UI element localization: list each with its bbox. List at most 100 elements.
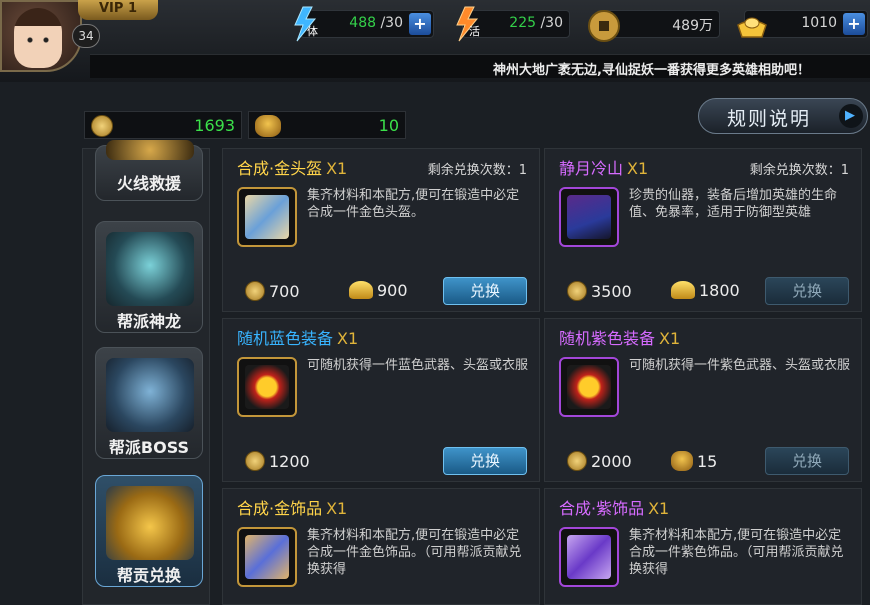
copper-coin-icon: [588, 10, 620, 42]
card-title: 随机蓝色装备: [237, 329, 334, 348]
contribution-value: 1693: [194, 116, 235, 135]
card-description: 珍贵的仙器，装备后增加英雄的生命值、免暴率，适用于防御型英雄: [629, 188, 838, 220]
card-title: 合成·金饰品: [237, 499, 323, 518]
stamina-icon: 体: [294, 6, 318, 42]
tab-guild-boss[interactable]: 帮派BOSS: [95, 347, 203, 459]
avatar[interactable]: [0, 0, 82, 72]
price-contribution: 2000: [567, 451, 632, 471]
fire-rescue-icon: [106, 140, 194, 160]
item-slot[interactable]: [237, 357, 297, 417]
money-bag-icon: [106, 486, 194, 560]
tab-contribution-exchange[interactable]: 帮贡兑换: [95, 475, 203, 587]
recipe-scroll-icon: [245, 195, 289, 239]
energy-max: /30: [540, 15, 563, 31]
lion-badge-icon: [255, 115, 281, 137]
gold-ingot-icon: [349, 281, 373, 299]
arrow-right-icon: ▶: [839, 104, 863, 128]
remaining-count: 剩余兑换次数：1: [749, 163, 849, 178]
boots-icon: [567, 195, 611, 239]
item-slot[interactable]: [559, 357, 619, 417]
contribution-coin-icon: [567, 281, 587, 301]
exchange-card: 合成·紫饰品 X1 集齐材料和本配方,便可在锻造中必定合成一件紫色饰品。（可用帮派…: [544, 488, 862, 605]
boss-icon: [106, 358, 194, 432]
card-description: 集齐材料和本配方,便可在锻造中必定合成一件紫色饰品。（可用帮派贡献兑换获得: [629, 528, 844, 577]
copper-resource: 489万: [588, 10, 720, 42]
exchange-button[interactable]: 兑换: [443, 277, 527, 305]
recipe-scroll-icon: [567, 535, 611, 579]
card-description: 可随机获得一件蓝色武器、头盔或衣服: [307, 358, 529, 373]
price-badge: 15: [671, 451, 717, 471]
contribution-coin-icon: [91, 115, 113, 137]
top-bar: VIP 1 34 体 488 /30 + 活 225 /30 489万 1010…: [0, 0, 870, 82]
copper-value: 489万: [672, 18, 713, 34]
contribution-coin-icon: [245, 451, 265, 471]
exchange-button[interactable]: 兑换: [765, 447, 849, 475]
svg-text:活: 活: [469, 25, 480, 38]
card-quantity: X1: [337, 329, 359, 348]
news-ticker: 神州大地广袤无边,寻仙捉妖一番获得更多英雄相助吧！: [90, 54, 870, 78]
contribution-coin-icon: [567, 451, 587, 471]
card-description: 可随机获得一件紫色武器、头盔或衣服: [629, 358, 851, 373]
exchange-button[interactable]: 兑换: [765, 277, 849, 305]
energy-value: 225: [509, 15, 537, 31]
tab-label: 火线救援: [116, 174, 181, 193]
card-description: 集齐材料和本配方,便可在锻造中必定合成一件金色饰品。（可用帮派贡献兑换获得: [307, 528, 522, 577]
tab-fire-rescue[interactable]: 火线救援: [95, 140, 203, 201]
gold-ingot-icon: [671, 281, 695, 299]
price-contribution: 700: [245, 281, 300, 301]
add-stamina-button[interactable]: +: [409, 13, 431, 35]
add-gold-button[interactable]: +: [843, 13, 865, 35]
item-slot[interactable]: [237, 187, 297, 247]
rules-label: 规则说明: [727, 108, 812, 130]
price-contribution: 1200: [245, 451, 310, 471]
dragon-icon: [106, 232, 194, 306]
lion-badge-icon: [671, 451, 693, 471]
exchange-card: 合成·金饰品 X1 集齐材料和本配方,便可在锻造中必定合成一件金色饰品。（可用帮派…: [222, 488, 540, 605]
side-tabs: 火线救援 帮派神龙 帮派BOSS 帮贡兑换: [82, 140, 210, 605]
item-slot[interactable]: [559, 527, 619, 587]
price-contribution: 3500: [567, 281, 632, 301]
energy-icon: 活: [456, 6, 480, 42]
exchange-button[interactable]: 兑换: [443, 447, 527, 475]
card-title: 合成·紫饰品: [559, 499, 645, 518]
badge-currency: 10: [248, 111, 406, 139]
remaining-count: 剩余兑换次数：1: [427, 163, 527, 178]
stamina-value: 488: [349, 15, 377, 31]
gold-value: 1010: [801, 15, 837, 31]
recipe-scroll-icon: [245, 535, 289, 579]
card-title: 静月冷山: [559, 159, 624, 178]
tab-label: 帮派神龙: [116, 312, 181, 331]
avatar-portrait: [14, 8, 62, 68]
gold-resource: 1010 +: [737, 10, 868, 38]
card-quantity: X1: [326, 159, 348, 178]
stamina-max: /30: [380, 15, 403, 31]
vip-badge[interactable]: VIP 1: [78, 0, 158, 20]
svg-text:体: 体: [307, 24, 318, 38]
contribution-currency: 1693: [84, 111, 242, 139]
rules-button[interactable]: 规则说明 ▶: [698, 98, 868, 134]
card-quantity: X1: [648, 499, 670, 518]
exchange-card: 合成·金头盔 X1 剩余兑换次数：1 集齐材料和本配方,便可在锻造中必定合成一件金…: [222, 148, 540, 312]
card-description: 集齐材料和本配方,便可在锻造中必定合成一件金色头盔。: [307, 188, 520, 220]
card-quantity: X1: [627, 159, 649, 178]
energy-resource: 活 225 /30: [456, 6, 570, 42]
badge-value: 10: [378, 116, 399, 135]
exchange-card: 随机蓝色装备 X1 可随机获得一件蓝色武器、头盔或衣服 1200 兑换: [222, 318, 540, 482]
ticker-text: 神州大地广袤无边,寻仙捉妖一番获得更多英雄相助吧！: [493, 63, 810, 78]
random-item-icon: [245, 365, 289, 409]
exchange-card: 静月冷山 X1 剩余兑换次数：1 珍贵的仙器，装备后增加英雄的生命值、免暴率，适用…: [544, 148, 862, 312]
card-title: 随机紫色装备: [559, 329, 656, 348]
price-gold: 1800: [671, 281, 740, 300]
tab-label: 帮派BOSS: [108, 438, 190, 457]
card-quantity: X1: [659, 329, 681, 348]
tab-label: 帮贡兑换: [116, 566, 181, 585]
exchange-card: 随机紫色装备 X1 可随机获得一件紫色武器、头盔或衣服 2000 15 兑换: [544, 318, 862, 482]
card-title: 合成·金头盔: [237, 159, 323, 178]
price-gold: 900: [349, 281, 408, 300]
item-slot[interactable]: [237, 527, 297, 587]
contribution-coin-icon: [245, 281, 265, 301]
gold-ingot-icon: [737, 17, 767, 38]
player-level: 34: [72, 24, 100, 48]
tab-guild-dragon[interactable]: 帮派神龙: [95, 221, 203, 333]
item-slot[interactable]: [559, 187, 619, 247]
